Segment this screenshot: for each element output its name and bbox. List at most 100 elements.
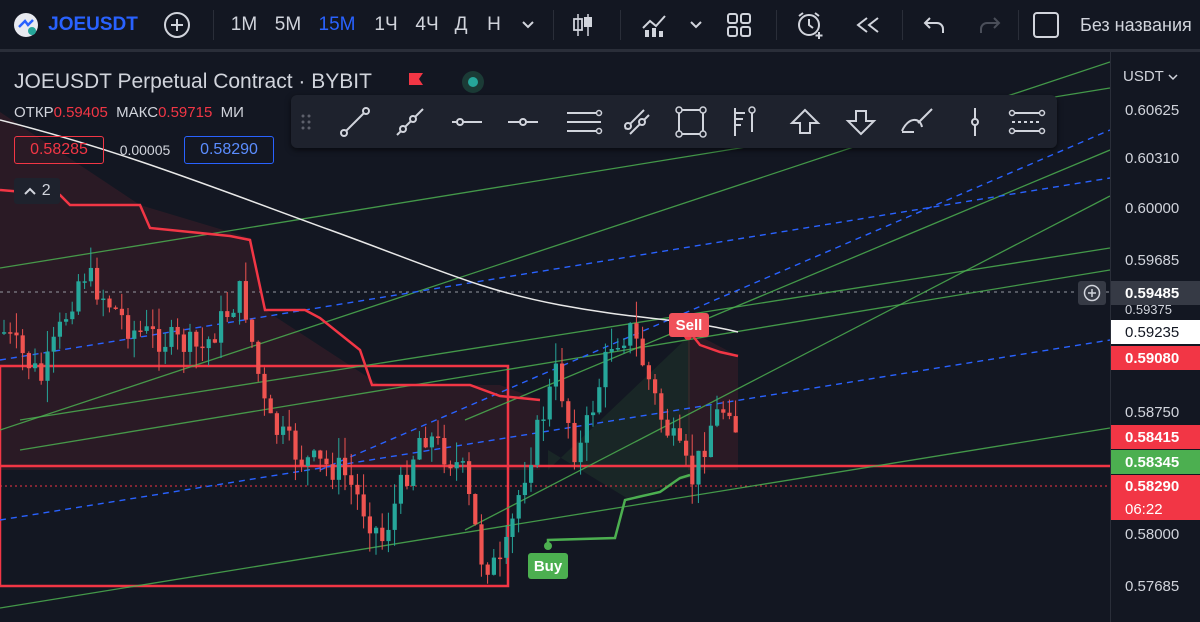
trendline-icon[interactable] [333,95,377,148]
candle-body [33,363,38,369]
layout-checkbox-icon[interactable] [1030,0,1062,50]
candle-body [45,351,50,381]
add-symbol-icon[interactable] [160,0,194,50]
candle-body [206,339,211,349]
candle-body [646,365,651,380]
candle-body [367,516,372,534]
candle-body [318,450,323,459]
candle-body [64,319,69,322]
candle-body [237,281,242,313]
drag-handle-icon[interactable] [291,95,321,148]
fib-icon[interactable] [721,95,765,148]
open-label: ОТКР [14,104,54,121]
candle-body [665,419,670,436]
candle-body [312,450,317,458]
candle-body [250,319,255,342]
add-alert-crosshair-button[interactable] [1078,281,1106,305]
candle-body [392,503,397,530]
undo-icon[interactable] [916,0,952,50]
replay-icon[interactable] [848,0,888,50]
top-toolbar: JOEUSDT 1M 5M 15M 1Ч 4Ч Д Н Без названия [0,0,1200,52]
tf-4h[interactable]: 4Ч [410,0,444,50]
templates-icon[interactable] [720,0,758,50]
layout-name[interactable]: Без названия [1080,0,1200,50]
candle-body [727,412,732,417]
symbol-name[interactable]: JOEUSDT [48,0,138,50]
brush-icon[interactable] [895,95,939,148]
parallel-channel-icon[interactable] [557,95,611,148]
horizontal-ray-icon[interactable] [501,95,545,148]
candle-body [584,415,589,443]
redo-icon[interactable] [972,0,1008,50]
tf-5m[interactable]: 5M [270,0,306,50]
currency-selector[interactable]: USDT [1123,68,1178,85]
horizontal-line-icon[interactable] [445,95,489,148]
buy-price-button[interactable]: 0.58290 [184,136,274,164]
rectangle-icon[interactable] [669,95,713,148]
candle-body [572,422,577,463]
candle-body [281,426,286,435]
tf-week[interactable]: Н [482,0,506,50]
candle-body [355,484,360,495]
candle-body [628,323,633,346]
candle-body [39,363,44,381]
vertical-line-icon[interactable] [953,95,997,148]
more-tools-icon[interactable] [1005,95,1049,148]
candle-body [597,387,602,413]
indicators-icon[interactable] [636,0,676,50]
candle-body [429,436,434,448]
candles-icon[interactable] [566,0,600,50]
candle-body [336,457,341,480]
candle-body [436,436,441,438]
tf-1h[interactable]: 1Ч [370,0,402,50]
candle-body [485,564,490,575]
tf-day[interactable]: Д [450,0,472,50]
candle-body [132,330,137,339]
candle-body [181,334,186,352]
alert-icon[interactable] [790,0,830,50]
candle-body [454,462,459,469]
candle-body [721,409,726,413]
supertrend-down-label: 0.59080 [1111,346,1200,370]
ray-icon[interactable] [388,95,432,148]
chevron-down-icon[interactable] [684,0,708,50]
candle-body [305,457,310,467]
candle-body [609,348,614,352]
drawing-toolbar [291,95,1057,148]
candle-body [467,461,472,495]
arrow-down-icon[interactable] [839,95,883,148]
currency-label: USDT [1123,68,1164,85]
arrow-up-icon[interactable] [783,95,827,148]
candle-body [343,457,348,476]
candle-body [578,442,583,463]
candle-body [26,353,31,369]
chart-title: JOEUSDT Perpetual Contract · BYBIT [14,70,372,93]
candle-body [88,267,93,282]
buy-signal-label: Buy [528,553,568,579]
chevron-down-icon[interactable] [516,0,540,50]
candle-body [8,332,13,334]
tf-1m[interactable]: 1M [226,0,262,50]
candle-body [529,465,534,483]
candle-body [231,312,236,318]
sma-price-label: 0.59235 [1111,320,1200,344]
tf-15m[interactable]: 15M [315,0,359,50]
candle-body [715,409,720,426]
candle-body [119,308,124,316]
flag-icon[interactable] [408,72,424,88]
price-axis[interactable]: USDT 0.60625 0.60310 0.60000 0.59685 0.5… [1110,52,1200,622]
candle-body [51,336,56,352]
candle-body [603,351,608,388]
candle-body [82,281,87,283]
indicators-collapse-toggle[interactable]: 2 [14,178,60,204]
logo-icon[interactable] [10,0,42,50]
candle-body [634,323,639,339]
candle-body [591,412,596,416]
price-tick: 0.58750 [1125,404,1180,421]
candle-body [256,341,261,374]
candle-body [293,430,298,460]
sell-price-button[interactable]: 0.58285 [14,136,104,164]
candle-body [423,437,428,448]
pitchfork-icon[interactable] [615,95,659,148]
candle-body [677,428,682,441]
